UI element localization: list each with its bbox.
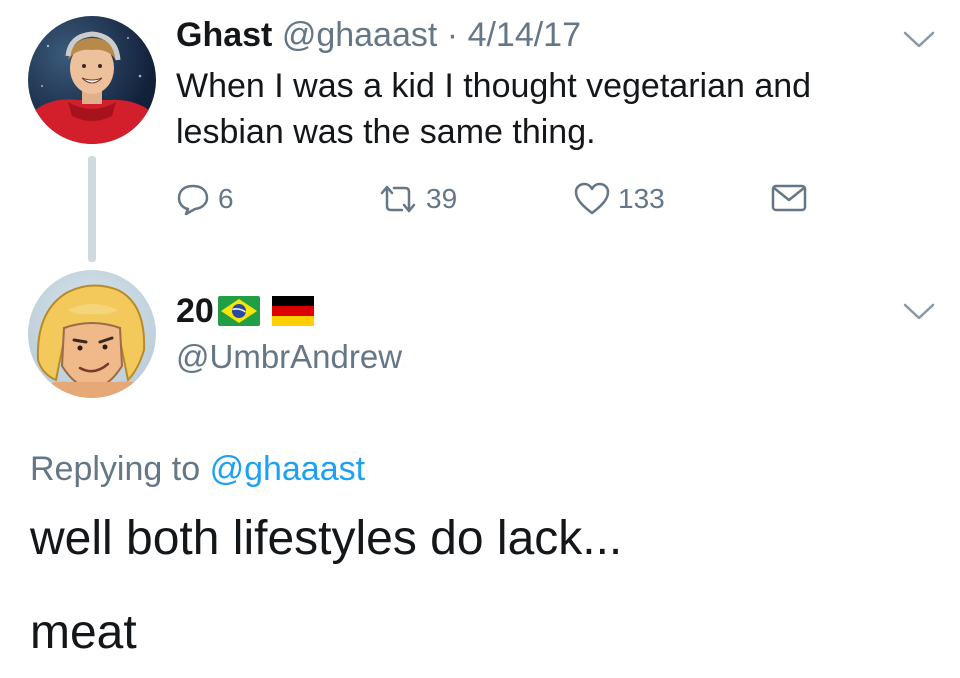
envelope-icon [771, 184, 807, 212]
tweet-actions: 6 39 133 [0, 182, 960, 222]
umbrandrew-avatar-image [28, 284, 156, 398]
reply-author-name: 20 [176, 292, 214, 330]
chevron-down-icon[interactable] [902, 300, 936, 322]
like-count: 133 [618, 183, 665, 214]
like-button[interactable]: 133 [574, 182, 665, 216]
reply-text-line: well both lifestyles do lack... [30, 512, 623, 565]
umbrandrew-avatar[interactable] [28, 270, 156, 398]
reply-button[interactable]: 6 [176, 182, 234, 216]
direct-message-button[interactable] [770, 182, 808, 214]
reply-count: 6 [218, 183, 234, 214]
chevron-down-icon[interactable] [902, 28, 936, 50]
brazil-flag-icon [217, 296, 260, 326]
tweet-text: When I was a kid I thought vegetarian an… [176, 67, 812, 151]
retweet-button[interactable]: 39 [378, 182, 457, 216]
author-handle[interactable]: @ghaaast [282, 16, 438, 54]
reply-author-handle[interactable]: @UmbrAndrew [176, 336, 402, 378]
tweet-header: Ghast @ghaaast · 4/14/17 [176, 14, 581, 56]
replying-to-prefix: Replying to [30, 450, 201, 488]
germany-flag-icon [271, 296, 314, 326]
reply-text-line: meat [30, 606, 137, 659]
header-separator: · [446, 16, 459, 54]
retweet-icon [380, 185, 416, 213]
reply-icon [177, 184, 209, 216]
author-name[interactable]: Ghast [176, 16, 272, 54]
tweet-date[interactable]: 4/14/17 [468, 16, 581, 54]
replying-to-mention[interactable]: @ghaaast [210, 450, 366, 488]
heart-icon [574, 182, 610, 215]
ghast-avatar-image [28, 31, 156, 144]
reply-author-name-row[interactable]: 20 [176, 290, 314, 332]
retweet-count: 39 [426, 183, 458, 214]
replying-to-line: Replying to @ghaaast [30, 448, 365, 490]
ghast-avatar[interactable] [28, 16, 156, 144]
